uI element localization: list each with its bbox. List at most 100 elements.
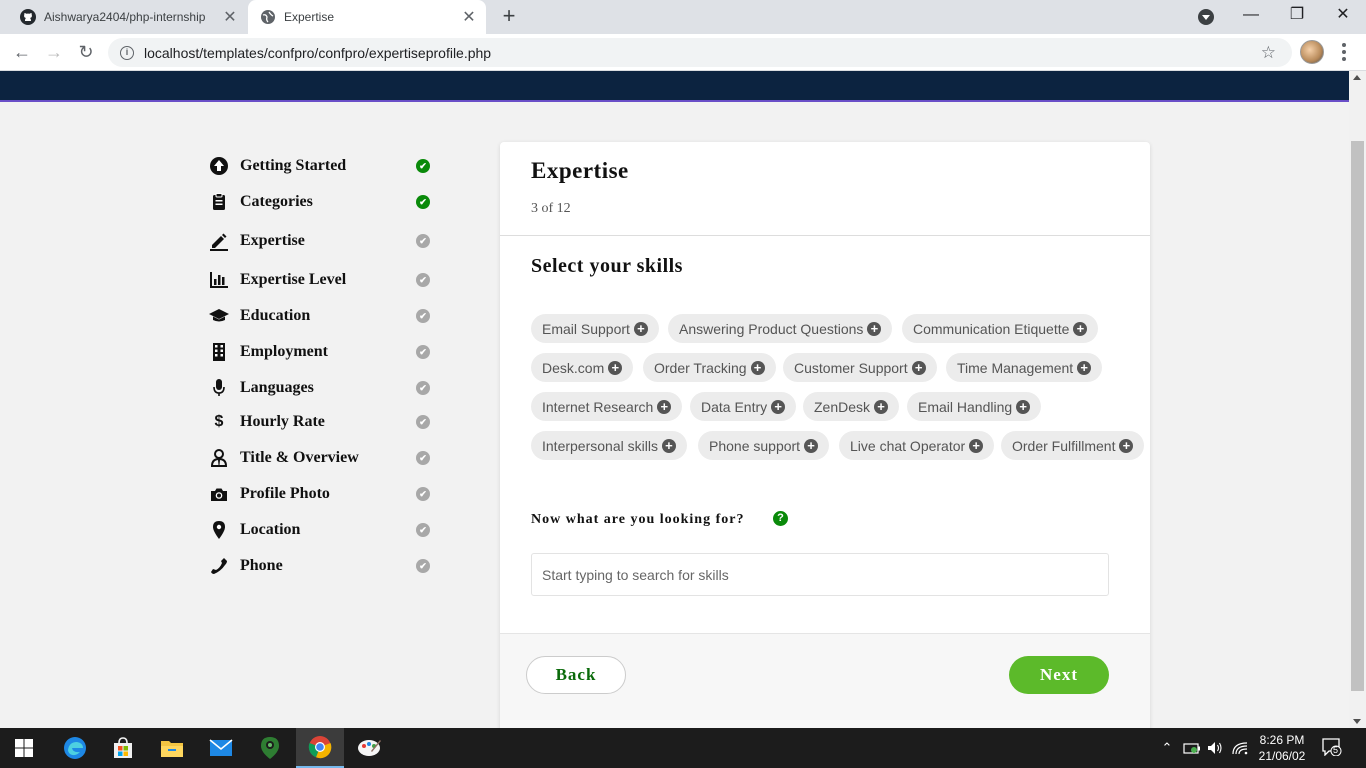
plus-circle-icon[interactable]: + [911, 360, 926, 375]
chrome-icon[interactable] [296, 728, 344, 768]
scroll-up-icon[interactable] [1353, 75, 1361, 80]
plus-circle-icon[interactable]: + [1077, 360, 1092, 375]
mail-icon[interactable] [197, 728, 245, 768]
lookfor-label: Now what are you looking for? [531, 512, 745, 527]
section-title: Select your skills [531, 255, 683, 277]
plus-circle-icon[interactable]: + [661, 438, 676, 453]
check-circle-icon: ✔ [416, 487, 430, 501]
skill-chip[interactable]: ZenDesk + [803, 392, 900, 421]
question-circle-icon[interactable]: ? [773, 511, 788, 526]
plus-circle-icon[interactable]: + [771, 399, 786, 414]
step-expertise-level[interactable]: Expertise Level ✔ [208, 268, 438, 292]
plus-circle-icon[interactable]: + [750, 360, 765, 375]
skill-label: Live chat Operator [850, 437, 966, 454]
check-circle-icon: ✔ [416, 415, 430, 429]
step-employment[interactable]: Employment ✔ [208, 340, 438, 364]
skill-chip[interactable]: Interpersonal skills + [531, 431, 687, 460]
page-scrollbar[interactable] [1349, 71, 1366, 728]
check-circle-icon: ✔ [416, 195, 430, 209]
check-circle-icon: ✔ [416, 309, 430, 323]
plus-circle-icon[interactable]: + [657, 399, 672, 414]
info-icon[interactable]: i [120, 45, 134, 60]
skill-chip[interactable]: Email Handling + [907, 392, 1042, 421]
address-bar[interactable]: i localhost/templates/confpro/confpro/ex… [108, 38, 1292, 67]
restore-button[interactable]: ❐ [1274, 0, 1320, 34]
step-location[interactable]: Location ✔ [208, 518, 438, 542]
plus-circle-icon[interactable]: + [1016, 399, 1031, 414]
url-text[interactable]: localhost/templates/confpro/confpro/expe… [144, 45, 491, 61]
back-arrow-icon[interactable]: ← [8, 38, 36, 66]
skill-chip[interactable]: Internet Research + [531, 392, 683, 421]
skill-chip[interactable]: Communication Etiquette + [902, 314, 1099, 343]
skill-chip[interactable]: Live chat Operator + [839, 431, 995, 460]
close-icon[interactable]: ✕ [460, 7, 478, 27]
edge-icon[interactable] [51, 728, 99, 768]
step-getting-started[interactable]: Getting Started ✔ [208, 154, 438, 178]
scrollbar-thumb[interactable] [1351, 141, 1364, 691]
star-icon[interactable]: ☆ [1261, 43, 1276, 63]
skill-chip[interactable]: Phone support + [698, 431, 830, 460]
system-clock[interactable]: 8:26 PM 21/06/02 [1252, 732, 1312, 764]
menu-icon[interactable] [1334, 40, 1354, 64]
scroll-down-icon[interactable] [1353, 719, 1361, 724]
site-header [0, 71, 1349, 102]
plus-circle-icon[interactable]: + [1073, 321, 1088, 336]
plus-circle-icon[interactable]: + [633, 321, 648, 336]
check-circle-icon: ✔ [416, 381, 430, 395]
plus-circle-icon[interactable]: + [804, 438, 819, 453]
plus-circle-icon[interactable]: + [867, 321, 882, 336]
taskbar: ⌃ 8:26 PM 21/06/02 5 [0, 728, 1366, 768]
plus-circle-icon[interactable]: + [1119, 438, 1134, 453]
reload-icon[interactable]: ↻ [72, 38, 100, 66]
battery-icon[interactable] [1182, 728, 1202, 768]
step-profile-photo[interactable]: Profile Photo ✔ [208, 482, 438, 506]
skill-chip[interactable]: Order Tracking + [643, 353, 776, 382]
next-button[interactable]: Next [1009, 656, 1109, 694]
skill-chip[interactable]: Answering Product Questions + [668, 314, 893, 343]
new-tab-button[interactable]: + [497, 4, 521, 28]
close-icon[interactable]: ✕ [221, 7, 239, 27]
close-window-button[interactable]: ✕ [1320, 0, 1366, 34]
plus-circle-icon[interactable]: + [969, 438, 984, 453]
skills-search-input[interactable] [531, 553, 1109, 596]
profile-avatar[interactable] [1300, 40, 1324, 64]
step-education[interactable]: Education ✔ [208, 304, 438, 328]
skill-label: Time Management [957, 359, 1074, 376]
github-icon [20, 9, 36, 25]
skill-label: Order Tracking [654, 359, 747, 376]
volume-icon[interactable] [1206, 728, 1226, 768]
tab-title: Expertise [284, 10, 335, 24]
step-hourly-rate[interactable]: $ Hourly Rate ✔ [208, 410, 438, 434]
notification-icon[interactable]: 5 [1322, 738, 1342, 757]
maps-icon[interactable] [246, 728, 294, 768]
expertise-card: Expertise 3 of 12 Select your skills Ema… [500, 142, 1150, 728]
tab-search-icon[interactable] [1198, 9, 1214, 25]
back-button[interactable]: Back [526, 656, 626, 694]
clock-date: 21/06/02 [1258, 749, 1306, 763]
forward-arrow-icon[interactable]: → [40, 38, 68, 66]
skill-chip[interactable]: Email Support + [531, 314, 659, 343]
tab-github[interactable]: Aishwarya2404/php-internship ✕ [0, 0, 247, 34]
step-languages[interactable]: Languages ✔ [208, 376, 438, 400]
skill-chip[interactable]: Data Entry + [690, 392, 797, 421]
step-label: Title & Overview [240, 449, 359, 466]
minimize-button[interactable]: — [1228, 0, 1274, 34]
file-explorer-icon[interactable] [148, 728, 196, 768]
tab-expertise[interactable]: Expertise ✕ [248, 0, 486, 34]
step-expertise[interactable]: Expertise ✔ [208, 229, 438, 253]
plus-circle-icon[interactable]: + [874, 399, 889, 414]
windows-start-icon[interactable] [0, 728, 48, 768]
plus-circle-icon[interactable]: + [608, 360, 623, 375]
skill-chip[interactable]: Order Fulfillment + [1001, 431, 1145, 460]
step-title-overview[interactable]: Title & Overview ✔ [208, 446, 438, 470]
step-phone[interactable]: Phone ✔ [208, 554, 438, 578]
step-categories[interactable]: Categories ✔ [208, 190, 438, 214]
chevron-up-icon[interactable]: ⌃ [1158, 728, 1176, 768]
skill-chip[interactable]: Customer Support + [783, 353, 937, 382]
skill-chip[interactable]: Desk.com + [531, 353, 634, 382]
skill-label: Communication Etiquette [913, 320, 1070, 337]
store-icon[interactable] [99, 728, 147, 768]
wifi-icon[interactable] [1230, 728, 1250, 768]
paint-icon[interactable] [345, 728, 393, 768]
skill-chip[interactable]: Time Management + [946, 353, 1103, 382]
